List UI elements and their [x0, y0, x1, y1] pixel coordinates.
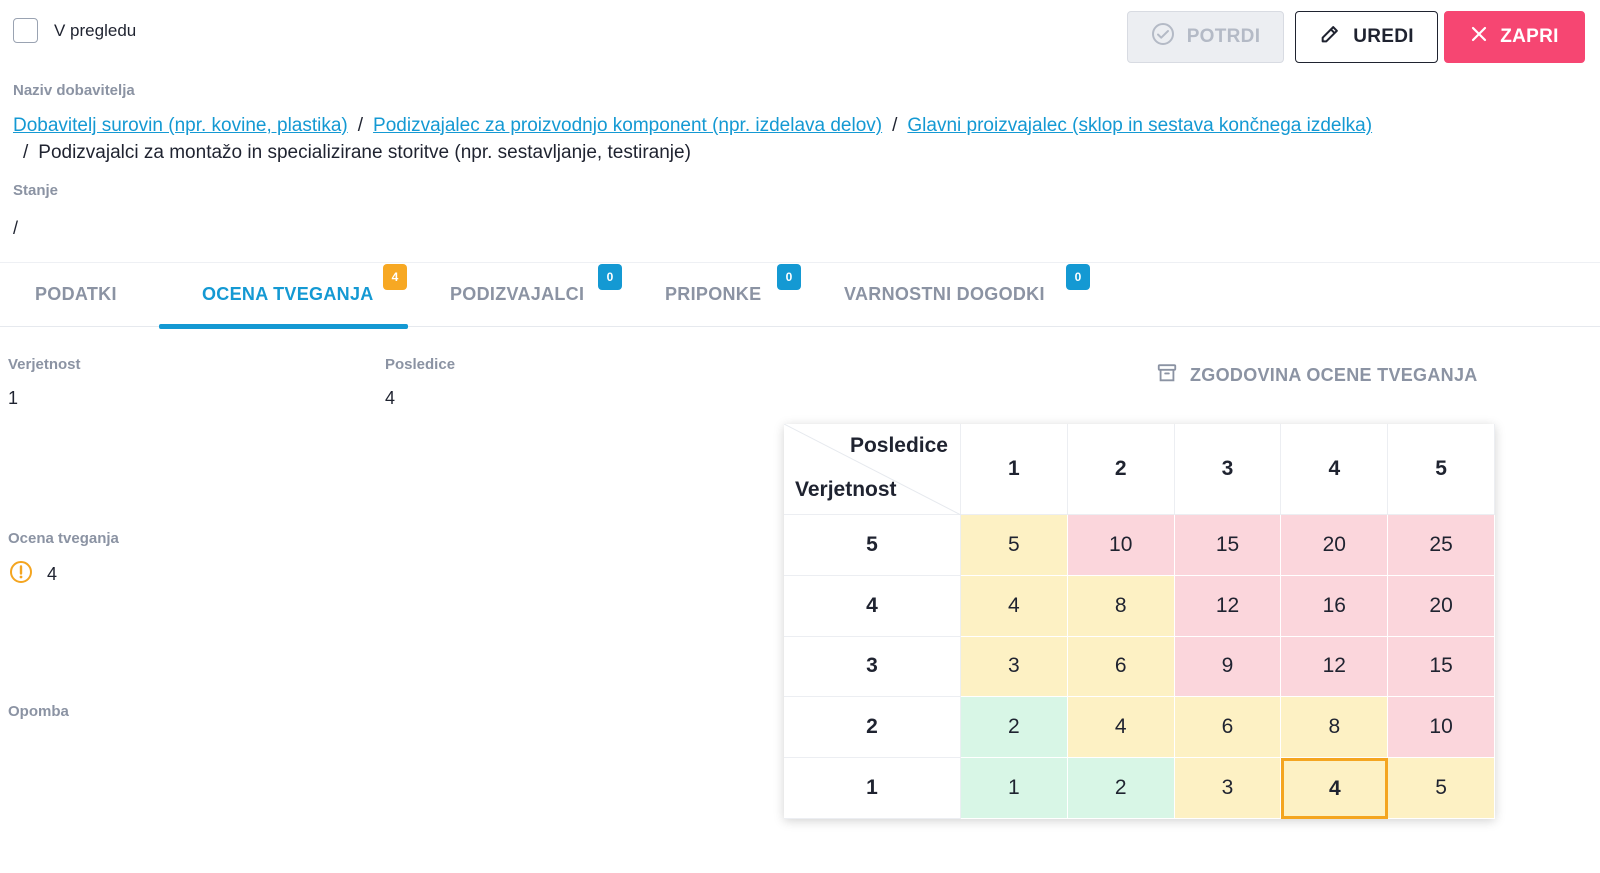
matrix-cell: 2 [1067, 758, 1175, 819]
breadcrumb-separator: / [23, 142, 29, 163]
close-button-label: ZAPRI [1500, 26, 1559, 47]
breadcrumb-separator: / [892, 115, 898, 136]
matrix-cell: 8 [1067, 575, 1175, 637]
edit-button[interactable]: UREDI [1295, 11, 1438, 63]
matrix-cell: 20 [1388, 575, 1495, 637]
matrix-cell: 16 [1281, 575, 1389, 637]
state-value: / [13, 218, 19, 238]
matrix-cell: 20 [1281, 515, 1389, 576]
supplier-name-label: Naziv dobavitelja [13, 82, 135, 99]
note-label: Opomba [8, 703, 69, 720]
consequence-label: Posledice [385, 356, 456, 373]
risk-score: 4 [9, 560, 57, 589]
matrix-cell: 9 [1174, 636, 1282, 698]
breadcrumb-link-main-manufacturer[interactable]: Glavni proizvajalec (sklop in sestava ko… [907, 115, 1372, 136]
tab-podizvajalci[interactable]: PODIZVAJALCI [450, 284, 584, 305]
matrix-column-header: 1 [961, 424, 1068, 515]
matrix-cell: 2 [961, 697, 1068, 759]
matrix-row-header: 4 [784, 575, 961, 637]
tab-priponke[interactable]: PRIPONKE [665, 284, 761, 305]
tab-podizvajalci-badge: 0 [598, 264, 622, 290]
matrix-cell: 10 [1388, 697, 1495, 759]
breadcrumb-current: Podizvajalci za montažo in specializiran… [38, 142, 691, 163]
matrix-cell: 15 [1174, 515, 1282, 576]
breadcrumb-separator: / [357, 115, 364, 136]
matrix-likelihood-header: Verjetnost [795, 478, 897, 501]
state-label: Stanje [13, 182, 59, 199]
matrix-cell: 3 [1174, 758, 1282, 819]
warning-circle-icon [9, 560, 33, 589]
matrix-column-header: 4 [1281, 424, 1389, 515]
matrix-cell: 4 [1067, 697, 1175, 759]
matrix-cell: 1 [961, 758, 1068, 819]
matrix-cell: 8 [1281, 697, 1389, 759]
matrix-cell: 4 [961, 575, 1068, 637]
tab-ocena-tveganja-badge: 4 [383, 264, 407, 290]
confirm-button[interactable]: POTRDI [1127, 11, 1284, 63]
matrix-cell: 25 [1388, 515, 1495, 576]
tab-priponke-badge: 0 [777, 264, 801, 290]
risk-history-button[interactable]: ZGODOVINA OCENE TVEGANJA [1156, 362, 1478, 389]
matrix-cell: 12 [1174, 575, 1282, 637]
matrix-row-header: 2 [784, 697, 961, 759]
active-tab-indicator [159, 324, 408, 329]
consequence-value: 4 [385, 388, 396, 408]
matrix-cell: 10 [1067, 515, 1175, 576]
matrix-consequence-header: Posledice [849, 434, 948, 457]
tab-podatki[interactable]: PODATKI [35, 284, 117, 305]
breadcrumb-link-components[interactable]: Podizvajalec za proizvodnjo komponent (n… [373, 115, 882, 136]
matrix-column-header: 2 [1067, 424, 1175, 515]
matrix-cell: 6 [1067, 636, 1175, 698]
risk-score-value: 4 [47, 564, 58, 584]
breadcrumb-link-raw-materials[interactable]: Dobavitelj surovin (npr. kovine, plastik… [13, 115, 348, 136]
matrix-corner-cell: Posledice Verjetnost [784, 424, 961, 515]
in-review-checkbox[interactable] [13, 18, 38, 43]
likelihood-label: Verjetnost [8, 356, 81, 373]
archive-icon [1156, 362, 1178, 389]
check-circle-icon [1151, 22, 1175, 52]
matrix-cell: 12 [1281, 636, 1389, 698]
tab-varnostni-dogodki-badge: 0 [1066, 264, 1090, 290]
confirm-button-label: POTRDI [1186, 26, 1261, 47]
matrix-column-header: 3 [1174, 424, 1282, 515]
matrix-cell: 5 [961, 515, 1068, 576]
likelihood-value: 1 [8, 388, 19, 408]
matrix-cell-selected: 4 [1281, 758, 1389, 819]
close-button[interactable]: ZAPRI [1444, 11, 1585, 63]
matrix-row-header: 1 [784, 758, 961, 819]
close-icon [1470, 25, 1488, 49]
matrix-cell: 5 [1388, 758, 1495, 819]
supplier-breadcrumb: Dobavitelj surovin (npr. kovine, plastik… [13, 112, 1573, 166]
matrix-column-header: 5 [1388, 424, 1495, 515]
risk-matrix: Posledice Verjetnost 1 2 3 4 5 5 5 10 15 20 25 4 4 8 1… [784, 424, 1495, 819]
pencil-icon [1319, 23, 1341, 51]
matrix-row-header: 5 [784, 515, 961, 576]
tab-ocena-tveganja[interactable]: OCENA TVEGANJA [202, 284, 374, 305]
in-review-label: V pregledu [54, 21, 137, 40]
tabs-divider-top [0, 262, 1600, 263]
matrix-cell: 6 [1174, 697, 1282, 759]
matrix-cell: 3 [961, 636, 1068, 698]
risk-score-label: Ocena tveganja [8, 530, 119, 547]
matrix-cell: 15 [1388, 636, 1495, 698]
edit-button-label: UREDI [1353, 26, 1414, 47]
matrix-row-header: 3 [784, 636, 961, 698]
risk-history-label: ZGODOVINA OCENE TVEGANJA [1190, 365, 1478, 385]
tab-varnostni-dogodki[interactable]: VARNOSTNI DOGODKI [844, 284, 1045, 305]
